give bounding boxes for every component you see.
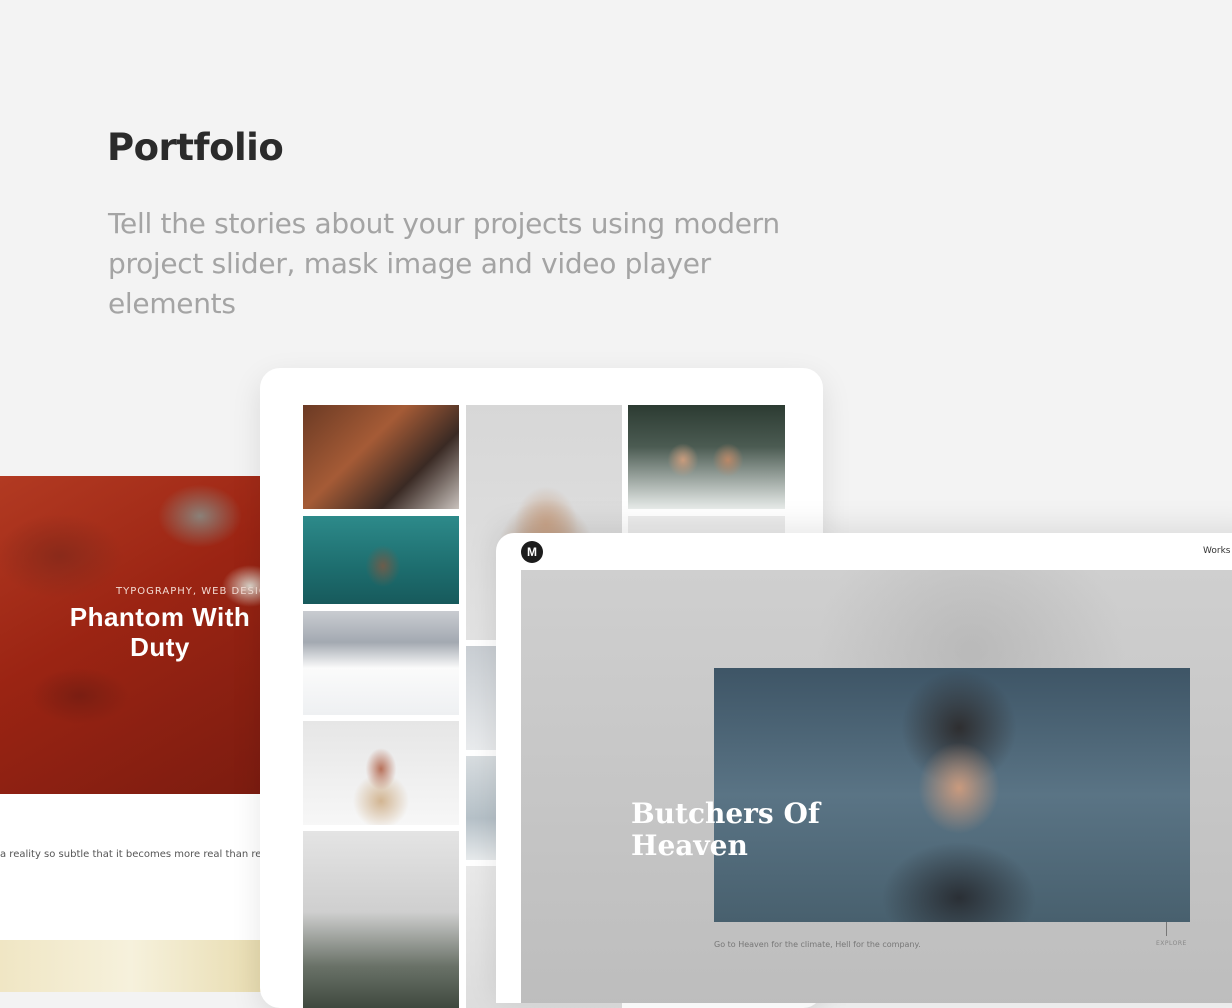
- player-title-line-1: Butchers Of: [631, 797, 820, 830]
- gallery-image-woman-hood[interactable]: [303, 721, 459, 825]
- gallery-image-misty-forest[interactable]: [303, 831, 459, 1008]
- explore-link[interactable]: EXPLORE: [1156, 940, 1187, 947]
- project-title[interactable]: Phantom With Duty: [40, 602, 262, 662]
- project-tags: TYPOGRAPHY, WEB DESIGN: [116, 586, 262, 597]
- video-player-card: M Works Butchers Of Heaven Go to Heaven …: [496, 533, 1232, 1003]
- gallery-image-couple-snow[interactable]: [303, 405, 459, 509]
- page-title: Portfolio: [107, 126, 284, 169]
- logo-icon[interactable]: M: [521, 541, 543, 563]
- gallery-image-couple-selfie[interactable]: [628, 405, 785, 509]
- project-slider-card[interactable]: TYPOGRAPHY, WEB DESIGN Phantom With Duty…: [0, 476, 262, 992]
- player-featured-image[interactable]: [714, 668, 1190, 922]
- player-title[interactable]: Butchers Of Heaven: [631, 798, 820, 862]
- player-caption: Go to Heaven for the climate, Hell for t…: [714, 940, 921, 949]
- project-quote: a reality so subtle that it becomes more…: [0, 849, 262, 860]
- page-subtitle: Tell the stories about your projects usi…: [108, 204, 828, 324]
- subtitle-line-2: project slider, mask image and video pla…: [108, 247, 711, 320]
- subtitle-line-1: Tell the stories about your projects usi…: [108, 207, 780, 240]
- player-title-line-2: Heaven: [631, 829, 748, 862]
- next-project-image: [0, 940, 262, 992]
- player-stage[interactable]: Butchers Of Heaven Go to Heaven for the …: [521, 570, 1232, 1003]
- project-title-line-1: Phantom With: [69, 602, 251, 632]
- explore-divider: [1166, 922, 1167, 936]
- project-title-line-2: Duty: [130, 632, 190, 662]
- nav-link-works[interactable]: Works: [1203, 546, 1230, 556]
- gallery-image-mountains[interactable]: [303, 611, 459, 715]
- gallery-image-ocean-rock[interactable]: [303, 516, 459, 604]
